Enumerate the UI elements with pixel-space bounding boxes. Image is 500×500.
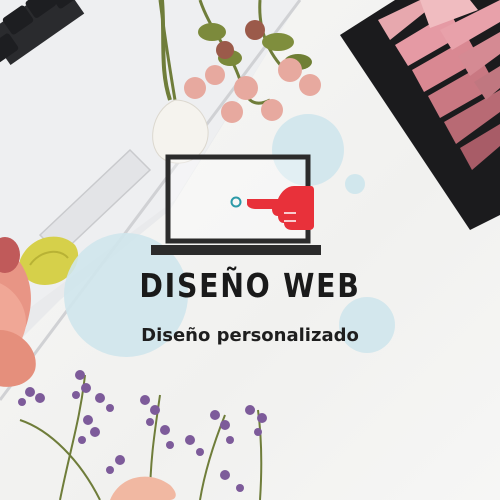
laptop-base-icon <box>151 245 321 255</box>
laptop-pointing-hand-icon <box>151 154 321 255</box>
small-circle <box>345 174 365 194</box>
background-scene <box>0 0 500 500</box>
eyeshadow-palette <box>340 0 500 230</box>
logo-subtitle: Diseño personalizado <box>141 325 359 346</box>
banner: DISEÑO WEB Diseño personalizado <box>0 0 500 500</box>
logo-title: DISEÑO WEB <box>139 266 361 305</box>
lavender-sprigs <box>18 370 267 500</box>
